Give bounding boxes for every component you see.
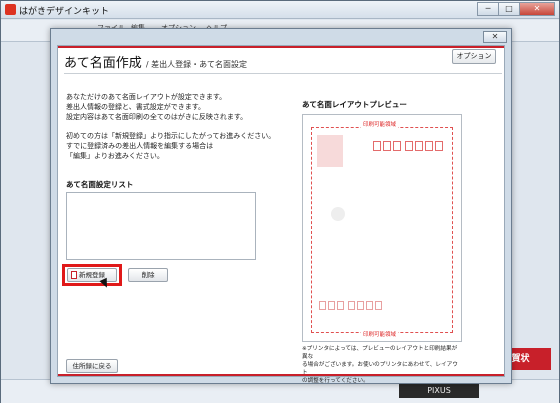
- pixus-banner[interactable]: PIXUS: [399, 384, 479, 398]
- app-titlebar: はがきデザインキット ─ □ ✕: [1, 1, 559, 19]
- zip-box: [435, 141, 443, 151]
- back-to-address-book-button[interactable]: 住所録に戻る: [66, 359, 118, 373]
- new-register-button[interactable]: 新規登録: [67, 268, 117, 282]
- dialog-body: あて名面作成 / 差出人登録・あて名面設定 オプション あなただけのあて名面レイ…: [57, 45, 505, 384]
- printable-area-label-top: 印刷可能領域: [361, 120, 399, 128]
- document-icon: [71, 271, 77, 279]
- sender-zip-box: [348, 301, 355, 310]
- sender-zip-box: [375, 301, 382, 310]
- printable-area-label-bottom: 印刷可能領域: [361, 330, 399, 338]
- maximize-button[interactable]: □: [498, 2, 520, 16]
- zip-box: [415, 141, 423, 151]
- window-controls: ─ □ ✕: [477, 2, 555, 16]
- instruction-line: 「編集」よりお進みください。: [66, 152, 164, 160]
- option-button[interactable]: オプション: [452, 49, 496, 64]
- new-register-label: 新規登録: [79, 271, 105, 279]
- sender-zip-box: [366, 301, 373, 310]
- zip-box: [373, 141, 381, 151]
- new-register-highlight: 新規登録: [62, 264, 122, 290]
- intro-line: 差出人情報の登録と、書式設定ができます。: [66, 103, 206, 111]
- address-setup-dialog: ✕ あて名面作成 / 差出人登録・あて名面設定 オプション あなただけのあて名面…: [50, 28, 512, 384]
- postcard-preview: 印刷可能領域 印刷可能領域: [302, 114, 462, 342]
- instruction-line: 初めての方は「新規登録」より指示にしたがってお進みください。: [66, 132, 276, 140]
- bottom-accent-line: [58, 374, 504, 376]
- note-line: の調整を行ってください。: [302, 378, 369, 384]
- sender-zip-box: [328, 301, 335, 310]
- zip-box: [383, 141, 391, 151]
- dialog-title-main: あて名面作成: [64, 56, 142, 71]
- dialog-close-button[interactable]: ✕: [483, 31, 507, 43]
- intro-line: 設定内容はあて名面印刷の全てのはがきに反映されます。: [66, 113, 248, 121]
- instruction-text: 初めての方は「新規登録」より指示にしたがってお進みください。 すでに登録済みの差…: [66, 131, 275, 161]
- sender-zip-box: [357, 301, 364, 310]
- settings-list-label: あて名面設定リスト: [66, 180, 134, 189]
- top-accent-line: [58, 46, 504, 48]
- delete-button[interactable]: 削除: [128, 268, 168, 282]
- app-logo-icon: [5, 4, 16, 15]
- settings-list[interactable]: [66, 192, 256, 260]
- minimize-button[interactable]: ─: [477, 2, 499, 16]
- sender-zip-box: [337, 301, 344, 310]
- zip-box: [405, 141, 413, 151]
- zip-box: [393, 141, 401, 151]
- intro-line: あなただけのあて名面レイアウトが設定できます。: [66, 93, 227, 101]
- heading-divider: [64, 73, 502, 74]
- zip-box: [425, 141, 433, 151]
- note-line: ※プリンタによっては、プレビューのレイアウトと印刷結果が異な: [302, 346, 458, 360]
- preview-label: あて名面レイアウトプレビュー: [302, 100, 407, 109]
- postmark-placeholder: [331, 207, 345, 221]
- printer-note: ※プリンタによっては、プレビューのレイアウトと印刷結果が異な る場合がございます…: [302, 345, 462, 385]
- dialog-title-sub: / 差出人登録・あて名面設定: [145, 60, 247, 69]
- intro-text: あなただけのあて名面レイアウトが設定できます。 差出人情報の登録と、書式設定がで…: [66, 92, 247, 122]
- stamp-placeholder: [317, 135, 343, 167]
- instruction-line: すでに登録済みの差出人情報を編集する場合は: [66, 142, 214, 150]
- app-title: はがきデザインキット: [19, 7, 110, 17]
- dialog-title: あて名面作成 / 差出人登録・あて名面設定: [64, 52, 247, 71]
- sender-zip-box: [319, 301, 326, 310]
- close-window-button[interactable]: ✕: [519, 2, 555, 16]
